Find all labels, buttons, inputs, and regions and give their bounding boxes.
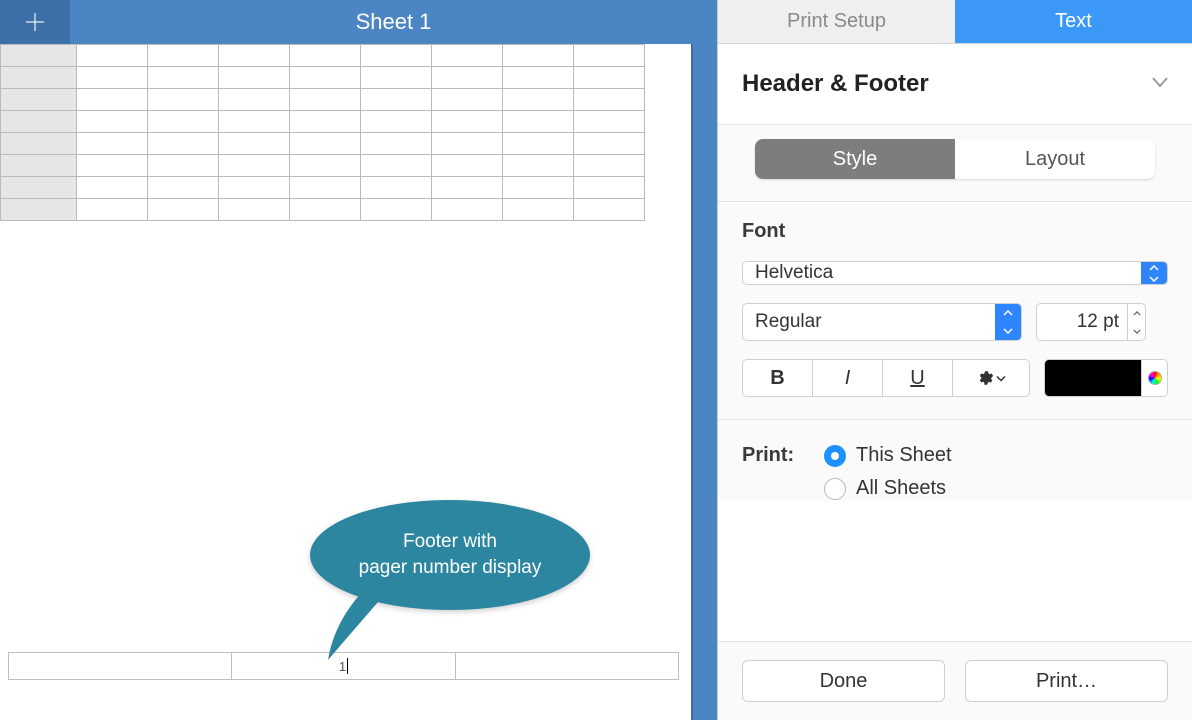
footer-left-field[interactable] — [8, 652, 232, 680]
segment-style[interactable]: Style — [755, 139, 955, 179]
panel-body: Style Layout Font Helvetica Regular — [718, 125, 1192, 500]
underline-button[interactable]: U — [883, 360, 953, 396]
font-family-select[interactable]: Helvetica — [742, 261, 1168, 285]
tab-print-setup[interactable]: Print Setup — [718, 0, 955, 43]
radio-this-sheet[interactable]: This Sheet — [824, 444, 952, 467]
size-stepper-icon[interactable] — [1127, 304, 1145, 340]
separator — [718, 201, 1192, 202]
italic-button[interactable]: I — [813, 360, 883, 396]
text-color-swatch[interactable] — [1045, 360, 1141, 396]
action-bar: Done Print… — [718, 641, 1192, 720]
spreadsheet-table — [0, 44, 645, 221]
callout-line2: pager number display — [359, 555, 542, 581]
segment-layout[interactable]: Layout — [955, 139, 1155, 179]
inspector-tabs: Print Setup Text — [718, 0, 1192, 44]
inspector-pane: Print Setup Text Header & Footer Style L… — [718, 0, 1192, 720]
text-style-group: B I U — [742, 359, 1030, 397]
text-color-control — [1044, 359, 1168, 397]
text-options-button[interactable] — [953, 360, 1029, 396]
font-family-value: Helvetica — [755, 262, 833, 284]
disclosure-icon — [1152, 75, 1168, 93]
font-size-value: 12 pt — [1037, 311, 1127, 333]
style-layout-segmented: Style Layout — [755, 139, 1155, 179]
page-margin-indicator — [691, 44, 717, 720]
font-size-field[interactable]: 12 pt — [1036, 303, 1146, 341]
sheet-preview-pane: Sheet 1 1 — [0, 0, 718, 720]
font-weight-select[interactable]: Regular — [742, 303, 1022, 341]
chevron-down-icon — [996, 375, 1006, 382]
separator — [718, 419, 1192, 420]
sheet-tab[interactable]: Sheet 1 — [70, 0, 717, 44]
print-label: Print: — [742, 444, 806, 467]
font-section-label: Font — [742, 220, 1168, 243]
annotation-callout: Footer with pager number display — [310, 500, 590, 635]
sheet-tab-bar: Sheet 1 — [0, 0, 717, 44]
select-stepper-icon — [1141, 262, 1167, 284]
footer-right-field[interactable] — [456, 652, 679, 680]
radio-icon — [824, 445, 846, 467]
radio-all-sheets[interactable]: All Sheets — [824, 477, 952, 500]
sheet-tab-label: Sheet 1 — [356, 9, 432, 35]
gear-icon — [976, 369, 994, 387]
add-sheet-button[interactable] — [0, 0, 70, 44]
plus-icon — [24, 11, 46, 33]
bold-button[interactable]: B — [743, 360, 813, 396]
color-wheel-icon — [1146, 369, 1164, 387]
section-title: Header & Footer — [742, 70, 929, 98]
callout-tail-icon — [324, 582, 384, 662]
callout-line1: Footer with — [359, 529, 542, 555]
tab-text[interactable]: Text — [955, 0, 1192, 43]
print-button[interactable]: Print… — [965, 660, 1168, 702]
section-header-footer[interactable]: Header & Footer — [718, 44, 1192, 125]
radio-icon — [824, 478, 846, 500]
color-picker-button[interactable] — [1141, 360, 1167, 396]
select-stepper-icon — [995, 304, 1021, 340]
done-button[interactable]: Done — [742, 660, 945, 702]
font-weight-value: Regular — [755, 311, 822, 333]
print-scope-row: Print: This Sheet All Sheets — [742, 438, 1168, 500]
